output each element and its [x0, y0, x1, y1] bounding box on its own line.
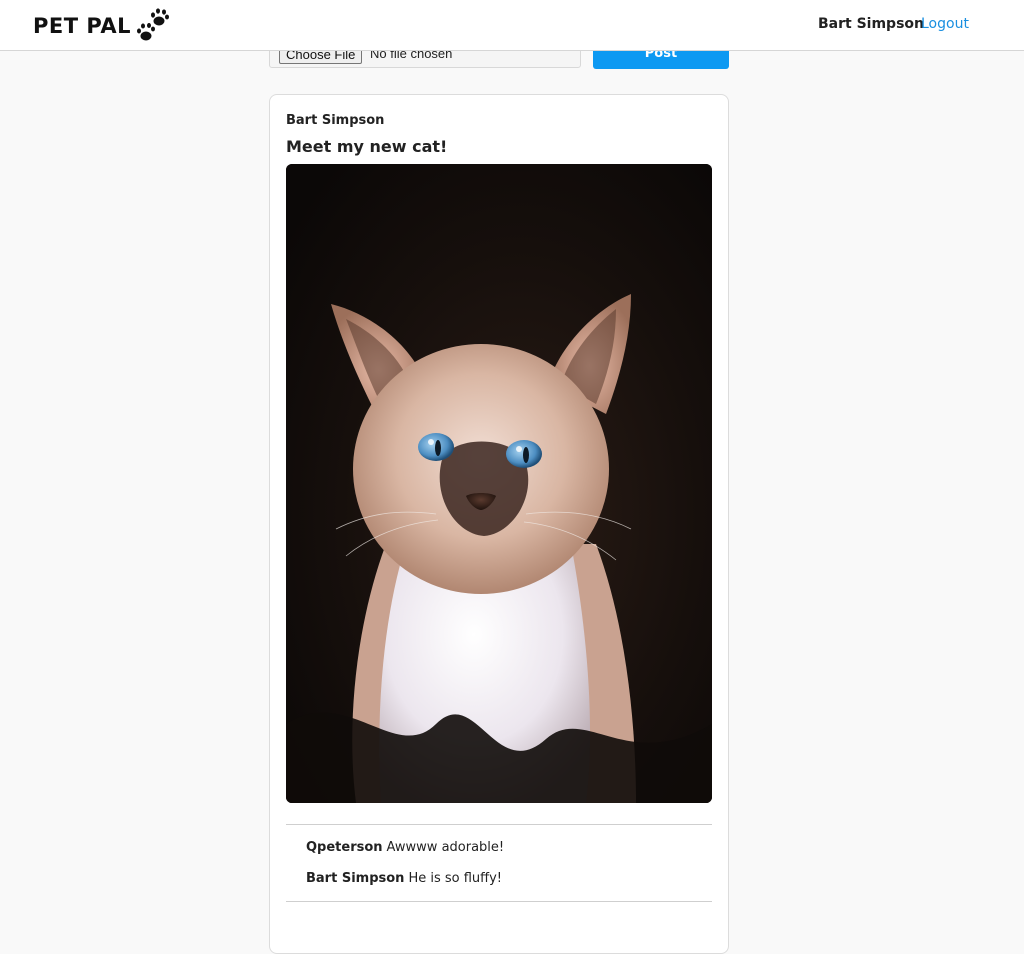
comment-author[interactable]: Qpeterson: [306, 840, 383, 855]
logo-text: PET PAL: [33, 14, 131, 38]
current-user-name: Bart Simpson: [818, 16, 924, 32]
post-card: Bart Simpson Meet my new cat! Qpeterson …: [269, 94, 729, 954]
comment-text: He is so fluffy!: [408, 871, 503, 886]
comment-item: Bart Simpson He is so fluffy!: [306, 871, 502, 886]
comments-section: Qpeterson Awwww adorable! Bart Simpson He …: [286, 824, 712, 902]
comment-item: Qpeterson Awwww adorable!: [306, 840, 504, 855]
comment-text: Awwww adorable!: [386, 840, 505, 855]
logout-link[interactable]: Logout: [921, 16, 969, 32]
post-author[interactable]: Bart Simpson: [286, 113, 384, 128]
kitten-photo: [286, 164, 712, 803]
post-image[interactable]: [286, 164, 712, 803]
top-navbar: PET PAL Bart Simpson Logout: [0, 0, 1024, 51]
comment-author[interactable]: Bart Simpson: [306, 871, 404, 886]
app-logo[interactable]: PET PAL: [33, 6, 175, 46]
post-title: Meet my new cat!: [286, 137, 448, 156]
paw-prints-icon: [136, 8, 169, 41]
